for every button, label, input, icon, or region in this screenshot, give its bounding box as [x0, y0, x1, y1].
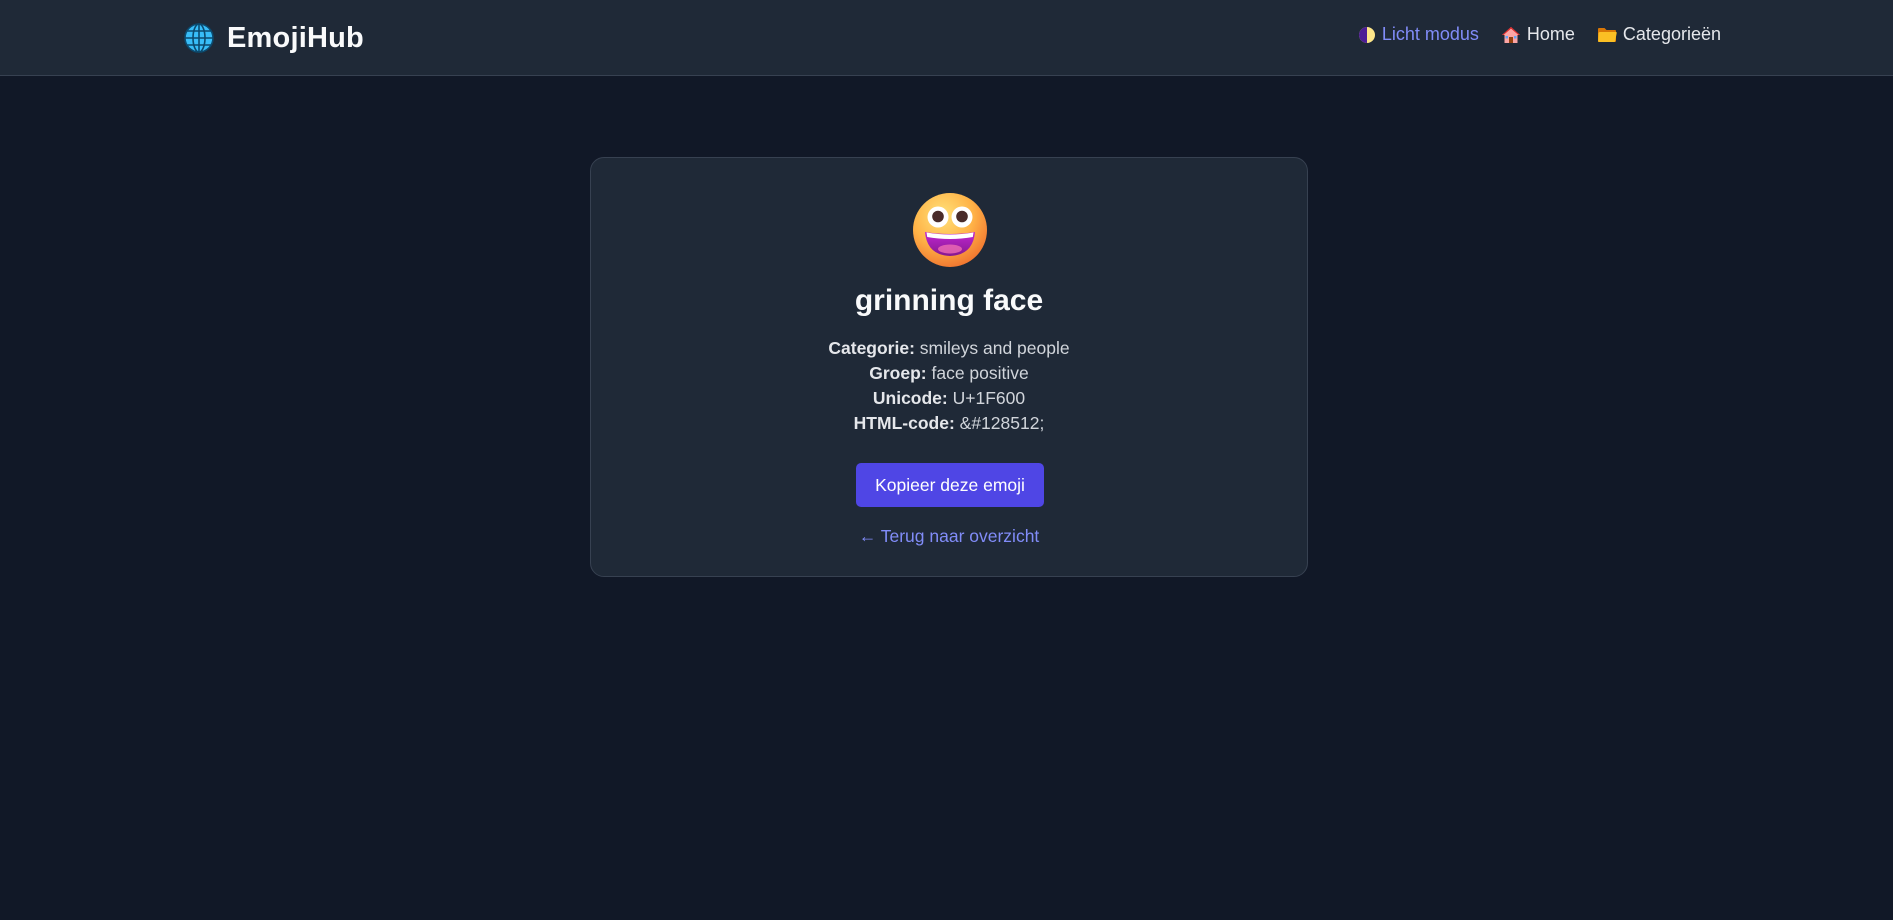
- detail-label: Unicode:: [872, 388, 948, 408]
- detail-label: HTML-code:: [853, 413, 955, 433]
- detail-value: face positive: [931, 363, 1029, 383]
- detail-value: &#128512;: [959, 413, 1045, 433]
- nav-categories-link[interactable]: Categorieën: [1597, 24, 1721, 45]
- top-navbar: EmojiHub Licht modus Home Categorieën: [0, 0, 1893, 76]
- nav-home-label: Home: [1526, 24, 1575, 44]
- emoji-detail-card: grinning face Categorie: smileys and peo…: [590, 157, 1308, 577]
- back-to-overview-link[interactable]: ← Terug naar overzicht: [591, 526, 1307, 547]
- brand-name: EmojiHub: [227, 21, 364, 54]
- brand-home-link[interactable]: EmojiHub: [183, 18, 364, 58]
- nav-home-link[interactable]: Home: [1501, 24, 1575, 45]
- half-moon-icon: [1358, 26, 1376, 44]
- detail-label: Categorie:: [828, 338, 915, 358]
- nav-links: Licht modus Home Categorieën: [1358, 24, 1721, 45]
- grinning-face-emoji-icon: [912, 192, 988, 268]
- nav-categories-label: Categorieën: [1622, 24, 1721, 44]
- detail-row-unicode: Unicode: U+1F600: [591, 386, 1307, 411]
- detail-row-category: Categorie: smileys and people: [591, 336, 1307, 361]
- emoji-name-heading: grinning face: [854, 284, 1044, 317]
- globe-icon: [183, 22, 215, 54]
- theme-toggle-label: Licht modus: [1381, 24, 1479, 44]
- detail-row-html-code: HTML-code: &#128512;: [591, 411, 1307, 436]
- theme-toggle-link[interactable]: Licht modus: [1358, 24, 1479, 45]
- copy-emoji-button[interactable]: Kopieer deze emoji: [856, 463, 1044, 507]
- house-icon: [1501, 26, 1521, 44]
- detail-value: smileys and people: [919, 338, 1070, 358]
- detail-label: Groep:: [869, 363, 927, 383]
- emoji-details: Categorie: smileys and people Groep: fac…: [591, 336, 1307, 436]
- detail-value: U+1F600: [952, 388, 1026, 408]
- folder-icon: [1597, 26, 1617, 43]
- detail-row-group: Groep: face positive: [591, 361, 1307, 386]
